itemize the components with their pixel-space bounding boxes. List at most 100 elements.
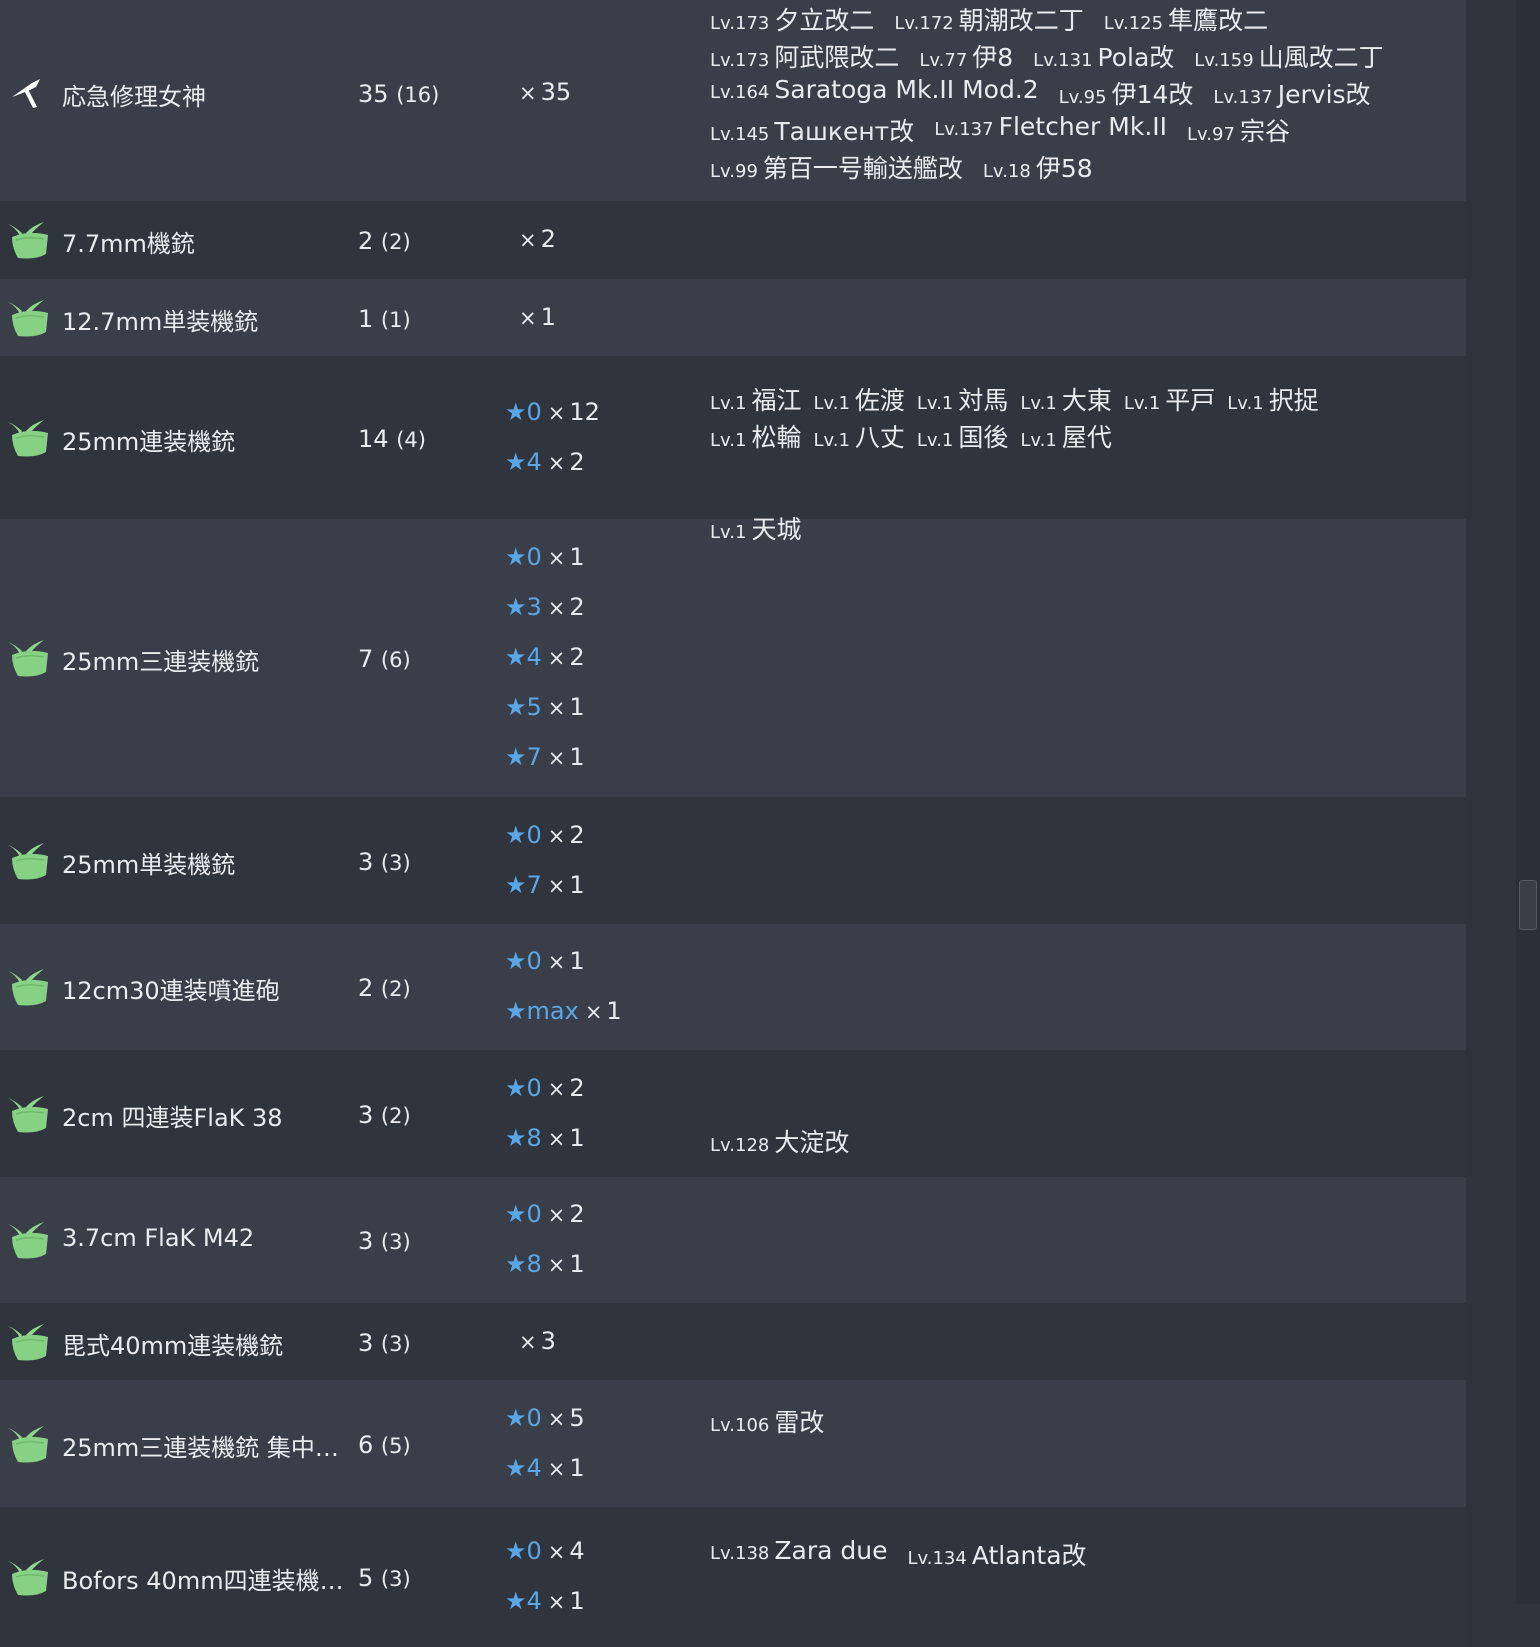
equipment-row[interactable]: 12cm30連装噴進砲 2 (2) ★0 × 1 ★max × 1 <box>0 924 1466 1050</box>
equipment-name: 2cm 四連装FlaK 38 <box>62 1103 283 1132</box>
assigned-ship[interactable]: Lv.1 平戸 <box>1124 381 1215 417</box>
assigned-ship[interactable]: Lv.145 Ташкент改 <box>710 112 914 148</box>
quantity: 1 <box>569 543 585 571</box>
equipment-name: 25mm連装機銃 <box>62 427 236 456</box>
assigned-ship[interactable]: Lv.172 朝潮改二丁 <box>894 1 1083 37</box>
ship-level: Lv.134 <box>907 1548 967 1569</box>
times-sign: × <box>547 746 566 770</box>
assigned-ship[interactable]: Lv.137 Fletcher Mk.II <box>934 112 1167 141</box>
assigned-ship[interactable]: Lv.1 天城 <box>710 510 801 546</box>
quantity: 1 <box>569 870 585 899</box>
ship-level: Lv.164 <box>710 82 770 103</box>
assigned-ship[interactable]: Lv.1 松輪 <box>710 418 801 454</box>
improvement-level: 8 <box>526 1250 542 1278</box>
equipment-row[interactable]: 7.7mm機銃 2 (2) × 2 <box>0 201 1466 279</box>
ship-name: 第百一号輸送艦改 <box>762 154 963 183</box>
improvement-level-line: ★4 × 1 <box>505 1454 585 1482</box>
assigned-ship[interactable]: Lv.128 大淀改 <box>710 1123 849 1159</box>
assigned-ship[interactable]: Lv.1 大東 <box>1020 381 1111 417</box>
ship-level: Lv.159 <box>1194 50 1254 71</box>
ship-name: 宗谷 <box>1239 117 1290 146</box>
total-count: 35 <box>358 79 389 108</box>
ship-level: Lv.173 <box>710 13 770 34</box>
assigned-ship[interactable]: Lv.1 対馬 <box>917 381 1008 417</box>
assigned-ship[interactable]: Lv.159 山風改二丁 <box>1194 38 1383 74</box>
assigned-ship[interactable]: Lv.18 伊58 <box>983 149 1093 185</box>
ship-level: Lv.1 <box>916 429 954 451</box>
equipment-row[interactable]: Bofors 40mm四連装機… 5 (3) ★0 × 4 ★4 × 1 Lv.138 Zara … <box>0 1507 1466 1647</box>
ship-name: 八丈 <box>854 422 905 452</box>
equipment-row[interactable]: 応急修理女神 35 (16) × 35 Lv.173 夕立改二 Lv.172 朝潮改二丁 Lv.… <box>0 0 1466 201</box>
improvement-level-line: ★max × 1 <box>505 997 622 1025</box>
held-count: (3) <box>380 1331 411 1356</box>
improvement-level: 3 <box>526 593 542 621</box>
improvement-level-line: ★0 × 1 <box>505 947 585 975</box>
ship-level: Lv.1 <box>710 392 747 414</box>
times-sign: × <box>547 400 566 425</box>
quantity: 2 <box>569 643 585 671</box>
improvement-level-line: ★7 × 1 <box>505 743 585 771</box>
total-count: 6 <box>358 1430 374 1459</box>
assigned-ship[interactable]: Lv.1 択捉 <box>1227 381 1318 417</box>
assigned-ship[interactable]: Lv.125 隼鷹改二 <box>1104 1 1268 37</box>
star-icon: ★ <box>505 1587 527 1615</box>
equipment-row[interactable]: 毘式40mm連装機銃 3 (3) × 3 <box>0 1303 1466 1380</box>
aa-gun-icon <box>8 1095 48 1132</box>
quantity: 2 <box>569 820 585 849</box>
assigned-ship[interactable]: Lv.97 宗谷 <box>1187 112 1290 148</box>
assigned-ship[interactable]: Lv.138 Zara due <box>710 1536 887 1565</box>
assigned-ship[interactable]: Lv.137 Jervis改 <box>1213 75 1370 111</box>
assigned-ship[interactable]: Lv.131 Pola改 <box>1033 38 1174 74</box>
quantity: 1 <box>569 743 585 771</box>
total-count: 1 <box>358 304 374 333</box>
equipment-row[interactable]: 25mm三連装機銃 集中… 6 (5) ★0 × 5 ★4 × 1 Lv.106 雷改 <box>0 1380 1466 1507</box>
equipment-name: Bofors 40mm四連装機… <box>62 1567 344 1595</box>
aa-gun-icon <box>8 419 48 456</box>
assigned-ship[interactable]: Lv.1 国後 <box>917 418 1008 454</box>
scrollbar-track[interactable] <box>1516 0 1540 1604</box>
assigned-ship[interactable]: Lv.1 八丈 <box>813 418 904 454</box>
assigned-ship[interactable]: Lv.1 福江 <box>710 381 801 417</box>
assigned-ship[interactable]: Lv.164 Saratoga Mk.II Mod.2 <box>710 75 1039 104</box>
assigned-ship[interactable]: Lv.1 佐渡 <box>813 381 904 417</box>
improvement-level: 0 <box>526 1403 542 1432</box>
equipment-row[interactable]: 25mm三連装機銃 7 (6) ★0 × 1 ★3 × 2 ★4 × 2 ★5 × 1 ★7 × 1 Lv.1 天城 <box>0 515 1466 797</box>
times-sign: × <box>519 80 537 105</box>
quantity: 2 <box>569 1073 585 1102</box>
equipment-row[interactable]: 2cm 四連装FlaK 38 3 (2) ★0 × 2 ★8 × 1 Lv.128 大淀改 <box>0 1050 1466 1177</box>
improvement-level: 8 <box>526 1123 542 1152</box>
assigned-ship[interactable]: Lv.99 第百一号輸送艦改 <box>710 149 963 185</box>
equipment-count: 2 (2) <box>358 227 411 255</box>
improvement-level-line: × 1 <box>513 303 556 331</box>
assigned-ship[interactable]: Lv.173 阿武隈改二 <box>710 38 899 74</box>
ship-level: Lv.137 <box>1213 87 1273 108</box>
scrollbar-thumb[interactable] <box>1519 880 1537 930</box>
quantity: 1 <box>569 1587 585 1615</box>
assigned-ship[interactable]: Lv.134 Atlanta改 <box>907 1536 1086 1572</box>
equipment-row[interactable]: 25mm連装機銃 14 (4) ★0 × 12 ★4 × 2 Lv.1 福江 Lv.1 佐渡 Lv.1 対… <box>0 356 1466 519</box>
ship-level: Lv.99 <box>710 161 758 182</box>
ship-name: 平戸 <box>1165 385 1216 415</box>
equipment-row[interactable]: 25mm単装機銃 3 (3) ★0 × 2 ★7 × 1 <box>0 797 1466 924</box>
quantity: 3 <box>540 1326 556 1355</box>
improvement-level-line: ★0 × 12 <box>505 398 600 426</box>
ship-name: 佐渡 <box>854 385 905 415</box>
ship-level: Lv.173 <box>710 50 770 71</box>
ship-level: Lv.138 <box>710 1543 770 1564</box>
assigned-ship[interactable]: Lv.77 伊8 <box>919 38 1013 74</box>
held-count: (6) <box>380 648 411 672</box>
equipment-row[interactable]: 3.7cm FlaK M42 3 (3) ★0 × 2 ★8 × 1 <box>0 1177 1466 1303</box>
ship-name: 雷改 <box>774 1407 825 1437</box>
equipment-count: 7 (6) <box>358 645 411 673</box>
improvement-level-line: × 2 <box>513 225 556 253</box>
times-sign: × <box>519 228 537 252</box>
times-sign: × <box>547 1406 566 1431</box>
assigned-ship[interactable]: Lv.95 伊14改 <box>1059 75 1194 111</box>
equipment-row[interactable]: 12.7mm単装機銃 1 (1) × 1 <box>0 279 1466 356</box>
assigned-ship[interactable]: Lv.106 雷改 <box>710 1403 824 1439</box>
ship-level: Lv.1 <box>813 429 850 451</box>
assigned-ship[interactable]: Lv.173 夕立改二 <box>710 1 874 37</box>
quantity: 1 <box>540 302 556 331</box>
times-sign: × <box>547 823 566 848</box>
assigned-ship[interactable]: Lv.1 屋代 <box>1020 418 1111 454</box>
